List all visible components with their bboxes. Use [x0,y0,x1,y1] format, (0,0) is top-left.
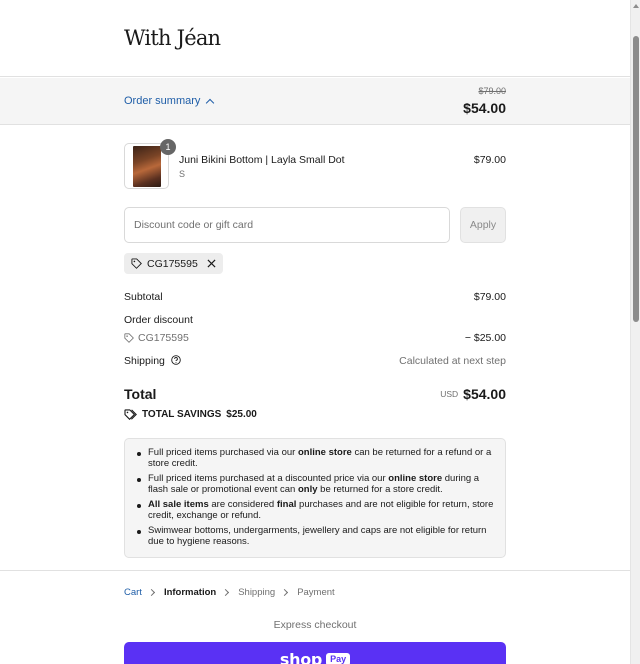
order-summary-text: Order summary [124,95,201,107]
shipping-label-wrap: Shipping [124,355,181,367]
scrollbar-thumb[interactable] [633,36,639,322]
policy-emphasis: online store [388,473,443,484]
site-header: With Jéan [0,0,630,77]
shipping-value: Calculated at next step [399,355,506,367]
order-discount-label: Order discount [124,314,193,326]
breadcrumb: Cart Information Shipping Payment [124,587,335,598]
policy-text: Full priced items purchased via our [148,447,298,458]
remove-discount-icon[interactable] [207,259,216,268]
applied-discount-chip: CG175595 [124,253,223,274]
breadcrumb-shipping: Shipping [238,587,276,598]
chevron-right-icon [281,588,289,597]
discount-code-text: CG175595 [138,332,189,344]
currency-code: USD [440,389,459,399]
savings-value: $25.00 [226,409,257,420]
discount-code-line: CG175595 [124,332,189,344]
policy-text: Full priced items purchased at a discoun… [148,473,389,484]
apply-discount-button[interactable]: Apply [460,207,506,243]
policy-item: Full priced items purchased via our onli… [135,447,495,469]
help-circle-icon[interactable] [171,355,181,365]
return-policy-list: Full priced items purchased via our onli… [135,447,495,547]
policy-item: Full priced items purchased at a discoun… [135,473,495,495]
express-checkout-label: Express checkout [273,619,357,631]
total-label: Total [124,386,157,402]
tag-icon [131,258,142,269]
scroll-up-arrow-icon[interactable] [633,4,639,8]
order-summary-toggle[interactable]: Order summary $79.00 $54.00 [0,78,630,125]
policy-emphasis: All sale items [148,499,209,510]
policy-emphasis: online store [297,447,352,458]
breadcrumb-information: Information [163,587,217,598]
total-value: $54.00 [463,386,506,402]
cart-line-item: 1 Juni Bikini Bottom | Layla Small Dot S… [124,139,506,189]
shop-pay-badge: Pay [326,653,351,664]
subtotal-value: $79.00 [473,291,506,303]
tag-icon [124,333,134,343]
chevron-right-icon [147,588,155,597]
original-total: $79.00 [478,86,506,96]
policy-text: be returned for a store credit. [317,483,443,495]
chevron-up-icon [206,98,215,107]
product-price: $79.00 [473,154,506,166]
quantity-badge: 1 [160,139,176,155]
savings-label: TOTAL SAVINGS [142,409,222,420]
product-name: Juni Bikini Bottom | Layla Small Dot [179,154,345,166]
return-policy-notice: Full priced items purchased via our onli… [124,438,506,558]
total-amount-wrap: USD $54.00 [440,386,506,402]
policy-text: are considered [208,499,277,510]
discount-value: − $25.00 [464,332,506,344]
applied-discount-code: CG175595 [147,257,198,270]
shop-pay-button[interactable]: shop Pay [124,642,506,664]
savings-tag-icon [124,409,137,420]
shop-pay-logo-text: shop [279,650,323,664]
breadcrumb-payment: Payment [297,587,335,598]
policy-emphasis: final [276,499,297,510]
subtotal-label: Subtotal [124,291,163,303]
order-summary-label[interactable]: Order summary [124,95,215,107]
policy-text: Swimwear bottoms, undergarments, jewelle… [148,525,487,547]
product-thumbnail: 1 [124,139,176,189]
chevron-right-icon [222,588,230,597]
product-image [133,146,161,187]
total-savings: TOTAL SAVINGS $25.00 [124,409,257,420]
policy-item: All sale items are considered final purc… [135,499,495,521]
brand-logo[interactable]: With Jéan [124,26,221,50]
policy-item: Swimwear bottoms, undergarments, jewelle… [135,525,495,547]
section-divider [0,570,630,571]
shipping-label: Shipping [124,355,165,367]
discount-form: Apply [124,207,506,243]
product-variant: S [179,169,186,179]
breadcrumb-cart[interactable]: Cart [124,587,142,598]
discount-code-input[interactable] [124,207,450,243]
summary-total: $54.00 [463,100,506,116]
policy-emphasis: only [297,483,318,495]
page-scrollbar[interactable] [630,0,640,664]
checkout-page: With Jéan Order summary $79.00 $54.00 1 … [0,0,630,664]
